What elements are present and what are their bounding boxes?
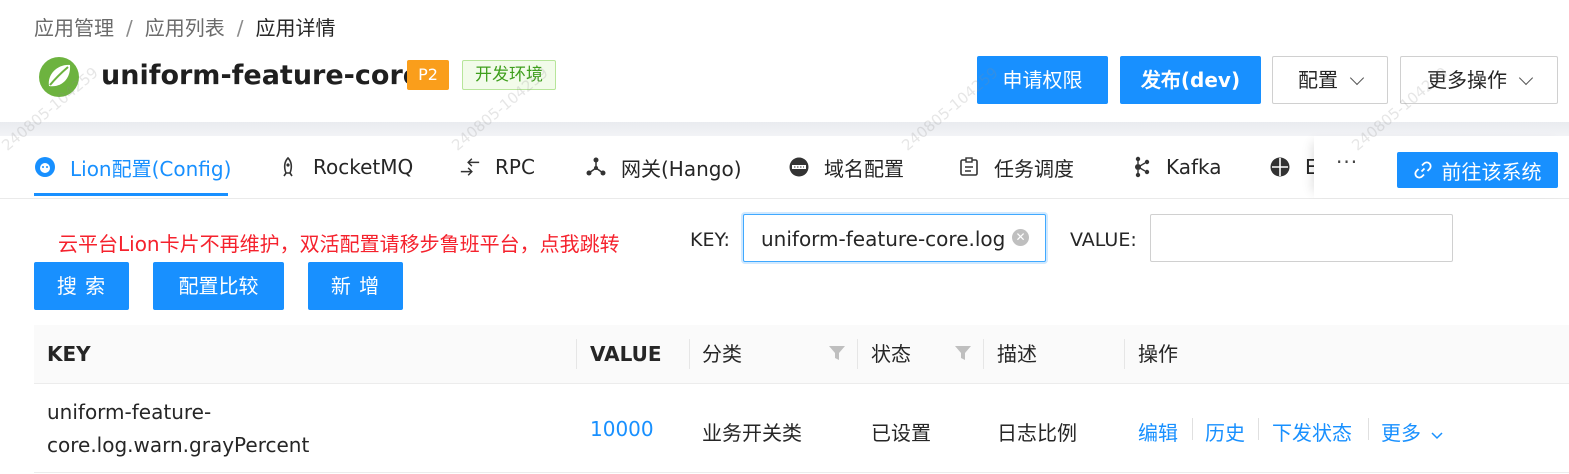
dispatch-status-link[interactable]: 下发状态: [1272, 417, 1352, 446]
action-divider: [1192, 418, 1193, 440]
table-header: [34, 325, 1569, 384]
column-divider: [576, 339, 577, 369]
value-filter-label: VALUE:: [1070, 229, 1137, 251]
row-status: 已设置: [871, 421, 931, 445]
history-link[interactable]: 历史: [1205, 417, 1245, 446]
environment-tag: 开发环境: [462, 60, 556, 90]
apply-permission-button[interactable]: 申请权限: [977, 56, 1108, 104]
tab-rocketmq[interactable]: RocketMQ: [277, 136, 413, 198]
tab-task-scheduling[interactable]: 任务调度: [958, 136, 1074, 198]
row-description: 日志比例: [997, 421, 1077, 445]
filter-icon[interactable]: [829, 346, 845, 360]
key-search-value: uniform-feature-core.log.warn.grayPercen…: [761, 227, 1006, 251]
search-button[interactable]: 搜 索: [34, 262, 129, 310]
priority-tag: P2: [407, 60, 449, 90]
lion-deprecation-notice-link[interactable]: 云平台Lion卡片不再维护，双活配置请移步鲁班平台，点我跳转: [58, 228, 620, 257]
action-divider: [1368, 418, 1369, 440]
config-dropdown-button[interactable]: 配置: [1272, 56, 1388, 104]
key-search-input[interactable]: uniform-feature-core.log.warn.grayPercen…: [743, 214, 1046, 262]
column-header-category: 分类: [702, 342, 742, 366]
app-title: uniform-feature-core: [101, 60, 422, 91]
link-icon: [1413, 161, 1432, 179]
column-divider: [1124, 339, 1125, 369]
column-header-actions: 操作: [1138, 342, 1178, 366]
row-category: 业务开关类: [702, 421, 802, 445]
domain-icon: [788, 156, 810, 178]
tab-domain-config[interactable]: 域名配置: [788, 136, 904, 198]
e-icon: [1269, 156, 1291, 178]
tab-gateway-hango[interactable]: 网关(Hango): [585, 136, 742, 198]
task-icon: [958, 156, 980, 178]
goto-system-button[interactable]: 前往该系统: [1397, 152, 1558, 188]
tab-rpc[interactable]: RPC: [459, 136, 535, 198]
header-shadow: [0, 122, 1569, 136]
column-header-key: KEY: [47, 342, 91, 366]
lion-icon: [34, 156, 56, 178]
publish-dev-button[interactable]: 发布(dev): [1120, 56, 1261, 104]
clear-input-icon[interactable]: ✕: [1012, 229, 1029, 246]
more-actions-label: 更多操作: [1427, 68, 1507, 92]
row-key-line1: uniform-feature-: [47, 400, 212, 424]
more-link-label: 更多: [1381, 421, 1421, 445]
more-actions-dropdown-button[interactable]: 更多操作: [1400, 56, 1558, 104]
rocket-icon: [277, 156, 299, 178]
active-tab-indicator: [34, 193, 228, 196]
breadcrumb-separator: /: [236, 16, 244, 40]
tab-label: Lion配置(Config): [70, 156, 232, 181]
row-value-link[interactable]: 10000: [590, 417, 654, 441]
breadcrumb: 应用管理 / 应用列表 / 应用详情: [34, 12, 336, 41]
column-divider: [857, 339, 858, 369]
spring-logo-icon: [38, 56, 80, 98]
tab-lion-config[interactable]: Lion配置(Config): [34, 136, 231, 198]
value-search-input[interactable]: [1150, 214, 1453, 262]
goto-system-label: 前往该系统: [1441, 159, 1542, 184]
breadcrumb-separator: /: [126, 16, 133, 40]
tabs-more-button[interactable]: ···: [1336, 150, 1358, 174]
chevron-down-icon: [1518, 70, 1534, 86]
tab-e[interactable]: E: [1269, 136, 1318, 198]
tab-label: RocketMQ: [313, 155, 414, 179]
kafka-icon: [1130, 156, 1152, 178]
action-divider: [1258, 418, 1259, 440]
column-header-description: 描述: [997, 342, 1037, 366]
column-header-status: 状态: [871, 342, 911, 366]
gateway-icon: [585, 156, 607, 178]
breadcrumb-app-management[interactable]: 应用管理: [34, 16, 114, 40]
config-compare-button[interactable]: 配置比较: [153, 262, 284, 310]
config-dropdown-label: 配置: [1298, 68, 1338, 92]
breadcrumb-app-list[interactable]: 应用列表: [145, 16, 225, 40]
row-divider: [34, 472, 1569, 473]
tab-label: 网关(Hango): [621, 156, 742, 181]
tab-label: 任务调度: [994, 156, 1074, 181]
row-key-line2: core.log.warn.grayPercent: [47, 433, 310, 457]
column-header-value: VALUE: [590, 342, 662, 366]
breadcrumb-current: 应用详情: [255, 16, 336, 40]
rpc-icon: [459, 156, 481, 178]
tab-label: Kafka: [1166, 155, 1222, 179]
column-divider: [983, 339, 984, 369]
key-filter-label: KEY:: [690, 229, 730, 251]
chevron-down-icon: [1431, 432, 1443, 440]
add-config-button[interactable]: 新 增: [308, 262, 403, 310]
chevron-down-icon: [1349, 70, 1365, 86]
more-actions-link[interactable]: 更多: [1381, 417, 1443, 446]
tab-label: RPC: [495, 155, 535, 179]
tab-kafka[interactable]: Kafka: [1130, 136, 1222, 198]
filter-icon[interactable]: [955, 346, 971, 360]
edit-link[interactable]: 编辑: [1138, 417, 1178, 446]
tab-label: 域名配置: [824, 156, 904, 181]
column-divider: [689, 339, 690, 369]
